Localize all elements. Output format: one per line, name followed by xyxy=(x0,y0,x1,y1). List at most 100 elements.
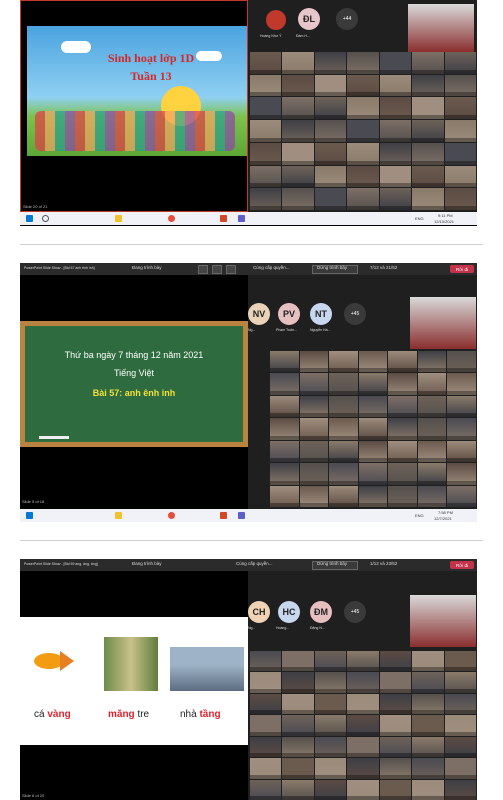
stop-presenting-label[interactable]: Dừng trình bày xyxy=(317,265,347,270)
chrome-icon[interactable] xyxy=(168,512,175,519)
participant-video-tile xyxy=(444,693,476,715)
participant-video-tile xyxy=(417,418,447,440)
leave-button[interactable]: Rời đi xyxy=(450,265,474,273)
chrome-icon[interactable] xyxy=(168,215,175,222)
participant-video-tile xyxy=(417,440,447,463)
powerpoint-icon[interactable] xyxy=(220,215,227,222)
participant-video-tile xyxy=(329,395,358,418)
participant-video-tile xyxy=(444,142,476,165)
language-indicator[interactable]: ENG xyxy=(415,216,424,221)
participant-video-tile xyxy=(379,142,412,165)
participant-video-tile xyxy=(417,351,447,373)
presenting-label: Đang trình bày xyxy=(132,265,162,270)
participant-video-tile xyxy=(250,651,282,672)
participant-avatar: ĐM xyxy=(310,601,332,623)
participant-video-tile xyxy=(347,165,379,188)
participant-video-tile xyxy=(299,395,329,418)
clock-date: 12/10/2021 xyxy=(434,219,455,224)
participant-video-tile xyxy=(444,715,476,736)
participant-video-tile xyxy=(347,651,379,672)
participant-video-tile xyxy=(250,52,282,74)
participant-video-tile xyxy=(250,188,282,210)
participant-video-tile xyxy=(412,120,444,142)
participant-video-tile xyxy=(270,463,299,485)
participant-name: Đàm H... xyxy=(296,34,310,38)
participant-avatar-photo xyxy=(266,10,286,30)
layout-button-2[interactable] xyxy=(212,265,222,274)
give-control-dropdown[interactable]: Cùng cấp quyền... xyxy=(236,561,273,566)
layout-button-3[interactable] xyxy=(226,265,236,274)
word-part: tre xyxy=(134,709,150,720)
participant-video-tile xyxy=(282,693,314,715)
word-part: nhà xyxy=(180,709,200,720)
separator xyxy=(20,244,483,245)
participant-video-tile xyxy=(447,395,476,418)
video-grid xyxy=(250,52,476,210)
slide-title-line1: Sinh hoạt lớp 1D xyxy=(107,51,195,65)
slide-status: Slide 6 of 20 xyxy=(22,793,45,798)
participant-video-tile xyxy=(314,672,347,693)
participant-video-tile xyxy=(270,373,299,395)
teams-panel-2: NV PV NT Ng... Phạm Tuấn... Nguyễn Hà...… xyxy=(248,275,477,509)
presenter-video xyxy=(410,297,476,349)
participant-video-tile xyxy=(282,97,314,120)
participant-video-tile xyxy=(388,485,417,507)
participant-video-tile xyxy=(282,188,314,210)
leave-button[interactable]: Rời đi xyxy=(450,561,474,569)
participant-video-tile xyxy=(347,97,379,120)
participant-video-tile xyxy=(417,463,447,485)
participant-video-tile xyxy=(250,165,282,188)
participant-video-tile xyxy=(250,672,282,693)
participant-video-tile xyxy=(412,672,444,693)
participant-video-tile xyxy=(250,693,282,715)
participant-video-tile xyxy=(412,142,444,165)
more-participants-badge[interactable]: +45 xyxy=(344,601,366,623)
participant-video-tile xyxy=(447,440,476,463)
presenter-video xyxy=(410,595,476,647)
layout-button[interactable] xyxy=(198,265,208,274)
stop-presenting-label[interactable]: Dừng trình bày xyxy=(317,561,347,566)
windows-start-icon[interactable] xyxy=(26,215,33,222)
participant-video-tile xyxy=(314,779,347,800)
more-participants-badge[interactable]: +44 xyxy=(336,8,358,30)
participant-video-tile xyxy=(444,758,476,779)
participant-video-tile xyxy=(282,672,314,693)
participant-video-tile xyxy=(270,418,299,440)
participant-video-tile xyxy=(444,672,476,693)
participant-video-tile xyxy=(388,463,417,485)
search-icon[interactable] xyxy=(42,215,49,222)
slide-status: Slide 5 of 18 xyxy=(22,499,45,504)
participant-video-tile xyxy=(379,120,412,142)
participant-video-tile xyxy=(447,351,476,373)
participant-video-tile xyxy=(314,715,347,736)
powerpoint-icon[interactable] xyxy=(220,512,227,519)
participant-video-tile xyxy=(250,758,282,779)
participant-video-tile xyxy=(379,736,412,758)
participant-video-tile xyxy=(417,485,447,507)
participant-video-tile xyxy=(282,779,314,800)
participant-video-tile xyxy=(314,97,347,120)
file-explorer-icon[interactable] xyxy=(115,215,122,222)
more-participants-badge[interactable]: +45 xyxy=(344,303,366,325)
teams-icon[interactable] xyxy=(238,215,245,222)
participant-video-tile xyxy=(444,120,476,142)
screenshot-3: PowerPoint Slide Show - [Bài 59 ang, âng… xyxy=(20,559,477,800)
participant-video-tile xyxy=(358,440,388,463)
windows-start-icon[interactable] xyxy=(26,512,33,519)
teams-icon[interactable] xyxy=(238,512,245,519)
video-grid xyxy=(250,651,476,800)
file-explorer-icon[interactable] xyxy=(115,512,122,519)
participant-video-tile xyxy=(412,779,444,800)
slide-status: Slide 20 of 21 xyxy=(23,204,48,209)
participant-video-tile xyxy=(299,418,329,440)
participant-video-tile xyxy=(347,74,379,97)
language-indicator[interactable]: ENG xyxy=(415,513,424,518)
participant-video-tile xyxy=(358,418,388,440)
presenter-toolbar: PowerPoint Slide Show - [Bài 57 anh ênh … xyxy=(20,263,477,275)
participant-name: Ng... xyxy=(248,328,256,332)
word-ca-vang: cá vàng xyxy=(34,709,71,720)
participant-video-tile xyxy=(329,373,358,395)
give-control-dropdown[interactable]: Cùng cấp quyền... xyxy=(253,265,290,270)
participant-video-tile xyxy=(447,485,476,507)
participant-video-tile xyxy=(379,779,412,800)
